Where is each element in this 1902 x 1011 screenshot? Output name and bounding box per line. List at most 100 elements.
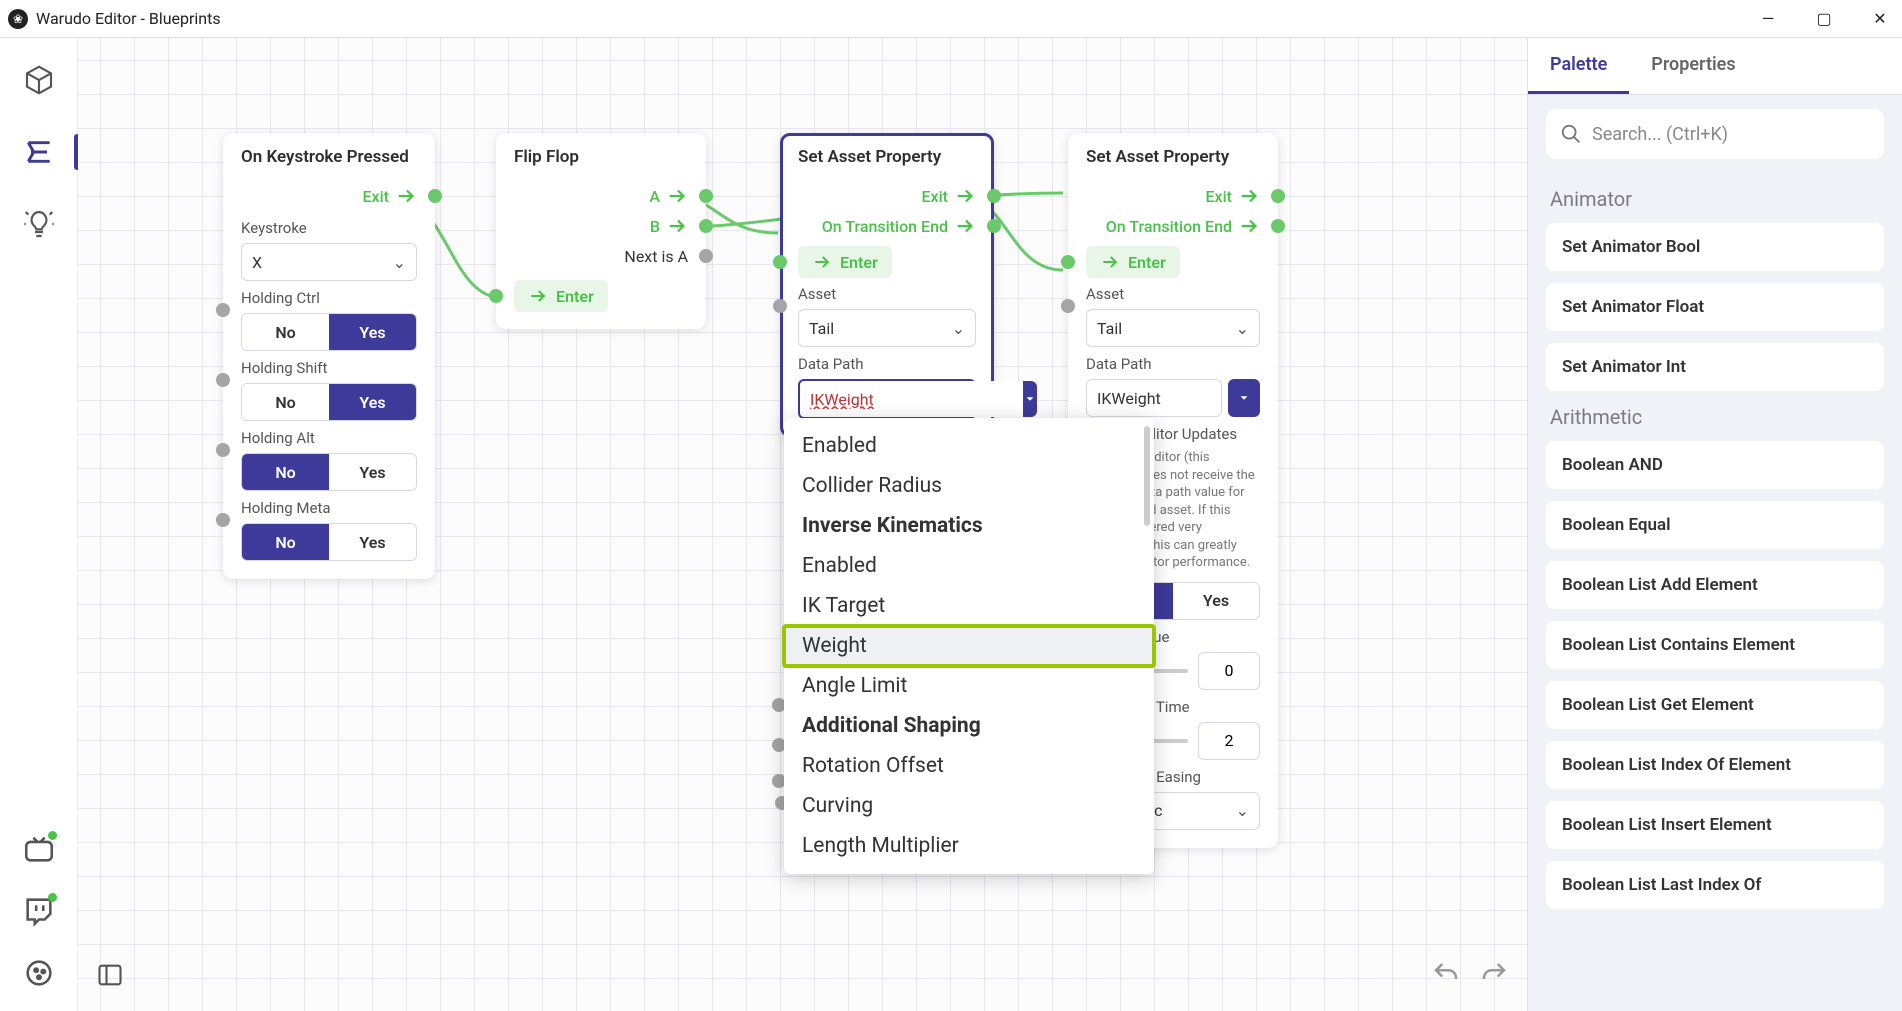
port-exit[interactable]	[987, 189, 1001, 203]
node-title: Set Asset Property	[1086, 147, 1260, 167]
tab-properties[interactable]: Properties	[1629, 38, 1757, 94]
dropdown-item[interactable]: Curving	[784, 786, 1154, 826]
node-on-keystroke-pressed[interactable]: On Keystroke Pressed Exit Keystroke X ⌄ …	[223, 133, 435, 579]
minimize-button[interactable]: —	[1754, 9, 1782, 28]
toggle-yes[interactable]: Yes	[329, 384, 416, 420]
port-transition-end-label: On Transition End	[1106, 217, 1232, 236]
blueprint-canvas[interactable]: On Keystroke Pressed Exit Keystroke X ⌄ …	[78, 38, 1527, 1011]
target-value-number[interactable]: 0	[1198, 652, 1260, 690]
enter-button[interactable]: Enter	[514, 280, 608, 312]
palette-item[interactable]: Set Animator Bool	[1546, 223, 1884, 271]
dropdown-item[interactable]: Enabled	[784, 546, 1154, 586]
toggle-panel-button[interactable]	[96, 961, 124, 993]
toggle-yes[interactable]: Yes	[329, 454, 416, 490]
enter-label: Enter	[1128, 253, 1166, 272]
dropdown-item[interactable]: Length Multiplier	[784, 826, 1154, 866]
port-a-label: A	[649, 187, 660, 206]
port-exit-label: Exit	[1206, 187, 1233, 206]
palette-item[interactable]: Boolean List Index Of Element	[1546, 741, 1884, 789]
field-label: Asset	[798, 285, 976, 303]
holding-shift-toggle[interactable]: No Yes	[241, 383, 417, 421]
port-transition-end[interactable]	[1271, 219, 1285, 233]
port-in[interactable]	[216, 303, 230, 317]
toggle-yes[interactable]: Yes	[329, 524, 416, 560]
window-controls: — ▢ ✕	[1754, 9, 1894, 28]
palette-item[interactable]: Boolean List Get Element	[1546, 681, 1884, 729]
port-in[interactable]	[216, 443, 230, 457]
enter-button[interactable]: Enter	[1086, 246, 1180, 278]
sidebar-settings[interactable]	[19, 953, 59, 993]
port-enter[interactable]	[773, 255, 787, 269]
sidebar-tool-tips[interactable]	[17, 202, 61, 246]
toggle-no[interactable]: No	[242, 314, 329, 350]
toggle-yes[interactable]: Yes	[1173, 583, 1259, 619]
sidebar-tool-assets[interactable]	[17, 58, 61, 102]
node-set-asset-property-1[interactable]: Set Asset Property Exit On Transition En…	[780, 133, 994, 437]
close-button[interactable]: ✕	[1866, 9, 1894, 28]
palette-item[interactable]: Boolean List Last Index Of	[1546, 861, 1884, 909]
port-exit[interactable]	[428, 189, 442, 203]
palette-item[interactable]: Boolean List Add Element	[1546, 561, 1884, 609]
enter-button[interactable]: Enter	[798, 246, 892, 278]
data-path-dropdown[interactable]: EnabledCollider RadiusInverse Kinematics…	[784, 418, 1154, 874]
port-in[interactable]	[773, 299, 787, 313]
search-input[interactable]	[1592, 124, 1870, 145]
dropdown-item[interactable]: Angle Limit	[784, 666, 1154, 706]
palette-section-title: Arithmetic	[1550, 405, 1880, 429]
palette-body: AnimatorSet Animator BoolSet Animator Fl…	[1528, 173, 1902, 1011]
data-path-field[interactable]	[800, 381, 1023, 417]
palette-item[interactable]: Set Animator Int	[1546, 343, 1884, 391]
dropdown-item[interactable]: Enabled	[784, 426, 1154, 466]
dropdown-item[interactable]: Rotation Offset	[784, 746, 1154, 786]
field-label: Holding Alt	[241, 429, 417, 447]
maximize-button[interactable]: ▢	[1810, 9, 1838, 28]
dropdown-item[interactable]: Collider Radius	[784, 466, 1154, 506]
field-label: Asset	[1086, 285, 1260, 303]
port-enter[interactable]	[1061, 255, 1075, 269]
port-in[interactable]	[1061, 299, 1075, 313]
port-in[interactable]	[216, 373, 230, 387]
data-path-dropdown-button[interactable]	[1023, 381, 1037, 417]
palette-item[interactable]: Set Animator Float	[1546, 283, 1884, 331]
holding-meta-toggle[interactable]: No Yes	[241, 523, 417, 561]
redo-button[interactable]	[1479, 959, 1509, 993]
dropdown-item[interactable]: Weight	[784, 626, 1154, 666]
palette-item[interactable]: Boolean List Insert Element	[1546, 801, 1884, 849]
port-exit[interactable]	[1271, 189, 1285, 203]
sidebar-twitch[interactable]	[19, 891, 59, 931]
field-label: Data Path	[1086, 355, 1260, 373]
palette-item[interactable]: Boolean Equal	[1546, 501, 1884, 549]
node-flip-flop[interactable]: Flip Flop A B Next is A Enter	[496, 133, 706, 329]
sidebar-tool-blueprints[interactable]	[17, 130, 61, 174]
undo-button[interactable]	[1431, 959, 1461, 993]
right-panel: Palette Properties AnimatorSet Animator …	[1527, 38, 1902, 1011]
tab-palette[interactable]: Palette	[1528, 38, 1629, 94]
port-b[interactable]	[699, 219, 713, 233]
port-a[interactable]	[699, 189, 713, 203]
asset-select[interactable]: Tail ⌄	[798, 309, 976, 347]
node-title: Set Asset Property	[798, 147, 976, 167]
toggle-no[interactable]: No	[242, 454, 329, 490]
toggle-yes[interactable]: Yes	[329, 314, 416, 350]
data-path-dropdown-button[interactable]	[1228, 379, 1260, 417]
holding-alt-toggle[interactable]: No Yes	[241, 453, 417, 491]
asset-select[interactable]: Tail ⌄	[1086, 309, 1260, 347]
port-next[interactable]	[699, 249, 713, 263]
dropdown-item[interactable]: IK Target	[784, 586, 1154, 626]
transition-time-number[interactable]: 2	[1198, 722, 1260, 760]
keystroke-select[interactable]: X ⌄	[241, 243, 417, 281]
palette-search[interactable]	[1546, 109, 1884, 159]
data-path-input[interactable]	[798, 379, 976, 419]
scrollbar[interactable]	[1144, 426, 1150, 526]
toggle-no[interactable]: No	[242, 524, 329, 560]
port-in[interactable]	[216, 513, 230, 527]
port-transition-end[interactable]	[987, 219, 1001, 233]
palette-item[interactable]: Boolean List Contains Element	[1546, 621, 1884, 669]
port-b-label: B	[650, 217, 660, 236]
port-enter[interactable]	[489, 289, 503, 303]
holding-ctrl-toggle[interactable]: No Yes	[241, 313, 417, 351]
toggle-no[interactable]: No	[242, 384, 329, 420]
palette-item[interactable]: Boolean AND	[1546, 441, 1884, 489]
sidebar-bilibili[interactable]	[19, 829, 59, 869]
data-path-value[interactable]: IKWeight	[1086, 379, 1222, 417]
